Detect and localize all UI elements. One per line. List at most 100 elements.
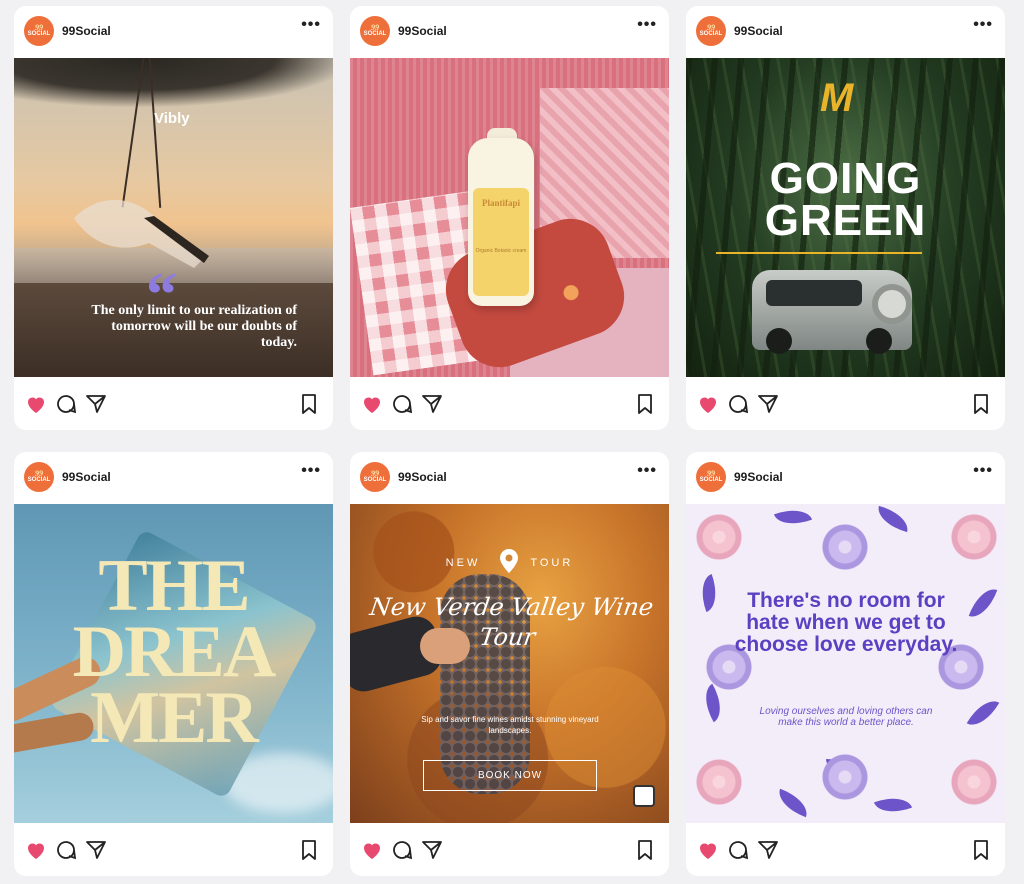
more-options-icon[interactable]: •••	[637, 17, 657, 33]
bottle-label: Plantifapi Organic Botanic cream	[473, 188, 529, 296]
post-subtext: Loving ourselves and loving others can m…	[759, 706, 933, 728]
flower	[822, 754, 868, 800]
avatar[interactable]: 99 SOCIAL	[24, 462, 54, 492]
avatar[interactable]: 99 SOCIAL	[360, 462, 390, 492]
profile-badge	[633, 785, 655, 807]
leaf	[873, 790, 913, 820]
title-line: THE	[98, 545, 250, 627]
heart-icon[interactable]	[696, 838, 720, 862]
quote-text: The only limit to our realization of tom…	[91, 303, 297, 350]
username[interactable]: 99Social	[734, 470, 783, 484]
post-header: 99 SOCIAL 99Social •••	[686, 452, 1005, 504]
post-card: 99 SOCIAL 99Social ••• Plantifapi Organic…	[350, 6, 669, 430]
heart-icon[interactable]	[360, 392, 384, 416]
username[interactable]: 99Social	[62, 470, 111, 484]
title-line: DREA	[72, 611, 277, 693]
leaf	[874, 505, 912, 533]
post-card: 99 SOCIAL 99Social ••• M GOING GREEN	[686, 6, 1005, 430]
post-image[interactable]: Plantifapi Organic Botanic cream	[350, 58, 669, 377]
post-header: 99 SOCIAL 99Social •••	[14, 6, 333, 58]
post-actions	[686, 834, 1005, 866]
avatar[interactable]: 99 SOCIAL	[696, 16, 726, 46]
username[interactable]: 99Social	[398, 24, 447, 38]
title-line: MER	[90, 677, 259, 759]
avatar[interactable]: 99 SOCIAL	[24, 16, 54, 46]
post-image[interactable]: THE DREA MER	[14, 504, 333, 823]
send-icon[interactable]	[84, 392, 108, 416]
username[interactable]: 99Social	[62, 24, 111, 38]
heart-icon[interactable]	[24, 838, 48, 862]
comment-icon[interactable]	[390, 392, 414, 416]
send-icon[interactable]	[84, 838, 108, 862]
send-icon[interactable]	[420, 392, 444, 416]
more-options-icon[interactable]: •••	[301, 17, 321, 33]
send-icon[interactable]	[756, 392, 780, 416]
tree-foliage	[14, 58, 333, 108]
leaf	[773, 788, 813, 818]
post-image[interactable]: NEW TOUR New Verde Valley Wine Tour Sip a…	[350, 504, 669, 823]
brand-logo: M	[820, 76, 854, 120]
swing-figure	[74, 199, 209, 268]
book-now-button[interactable]: BOOK NOW	[423, 760, 597, 791]
more-options-icon[interactable]: •••	[973, 463, 993, 479]
spare-tire	[872, 284, 912, 324]
post-image[interactable]: Vibly “ The only limit to our realizatio…	[14, 58, 333, 377]
post-title: GOING GREEN	[764, 154, 927, 245]
product-text: Organic Botanic cream	[475, 248, 527, 254]
post-header: 99 SOCIAL 99Social •••	[686, 6, 1005, 58]
bookmark-icon[interactable]	[633, 392, 657, 416]
flower	[696, 759, 742, 805]
avatar[interactable]: 99 SOCIAL	[360, 16, 390, 46]
heart-icon[interactable]	[696, 392, 720, 416]
post-title: New Verde Valley Wine Tour	[368, 593, 656, 651]
kicker-left: NEW	[445, 557, 481, 569]
post-actions	[14, 834, 333, 866]
more-options-icon[interactable]: •••	[637, 463, 657, 479]
kicker-right: TOUR	[530, 557, 574, 569]
comment-icon[interactable]	[390, 838, 414, 862]
flower	[951, 514, 997, 560]
post-header: 99 SOCIAL 99Social •••	[350, 452, 669, 504]
post-actions	[350, 388, 669, 420]
post-header: 99 SOCIAL 99Social •••	[350, 6, 669, 58]
bookmark-icon[interactable]	[969, 838, 993, 862]
comment-icon[interactable]	[726, 392, 750, 416]
post-headline: There's no room for hate when we get to …	[734, 589, 958, 656]
bookmark-icon[interactable]	[297, 838, 321, 862]
bookmark-icon[interactable]	[969, 392, 993, 416]
heart-icon[interactable]	[360, 838, 384, 862]
post-header: 99 SOCIAL 99Social •••	[14, 452, 333, 504]
post-image[interactable]: There's no room for hate when we get to …	[686, 504, 1005, 823]
post-image[interactable]: M GOING GREEN	[686, 58, 1005, 377]
comment-icon[interactable]	[726, 838, 750, 862]
username[interactable]: 99Social	[398, 470, 447, 484]
post-card: 99 SOCIAL 99Social ••• NEW TOUR New Verde …	[350, 452, 669, 876]
send-icon[interactable]	[756, 838, 780, 862]
avatar[interactable]: 99 SOCIAL	[696, 462, 726, 492]
send-icon[interactable]	[420, 838, 444, 862]
post-actions	[686, 388, 1005, 420]
bookmark-icon[interactable]	[297, 392, 321, 416]
bookmark-icon[interactable]	[633, 838, 657, 862]
product-brand: Plantifapi	[481, 198, 520, 208]
heart-icon[interactable]	[24, 392, 48, 416]
flower	[822, 524, 868, 570]
divider	[716, 252, 922, 254]
comment-icon[interactable]	[54, 392, 78, 416]
post-actions	[14, 388, 333, 420]
brand-logo: Vibly	[154, 110, 190, 127]
more-options-icon[interactable]: •••	[973, 17, 993, 33]
post-description: Sip and savor fine wines amidst stunning…	[421, 715, 599, 735]
comment-icon[interactable]	[54, 838, 78, 862]
location-pin-icon	[500, 549, 518, 573]
wheel	[866, 328, 892, 354]
post-actions	[350, 834, 669, 866]
leaf	[966, 693, 1000, 733]
suv-window	[766, 280, 862, 306]
username[interactable]: 99Social	[734, 24, 783, 38]
more-options-icon[interactable]: •••	[301, 463, 321, 479]
flower	[696, 514, 742, 560]
leaf	[773, 504, 813, 532]
wheel	[766, 328, 792, 354]
leaf	[968, 583, 998, 623]
